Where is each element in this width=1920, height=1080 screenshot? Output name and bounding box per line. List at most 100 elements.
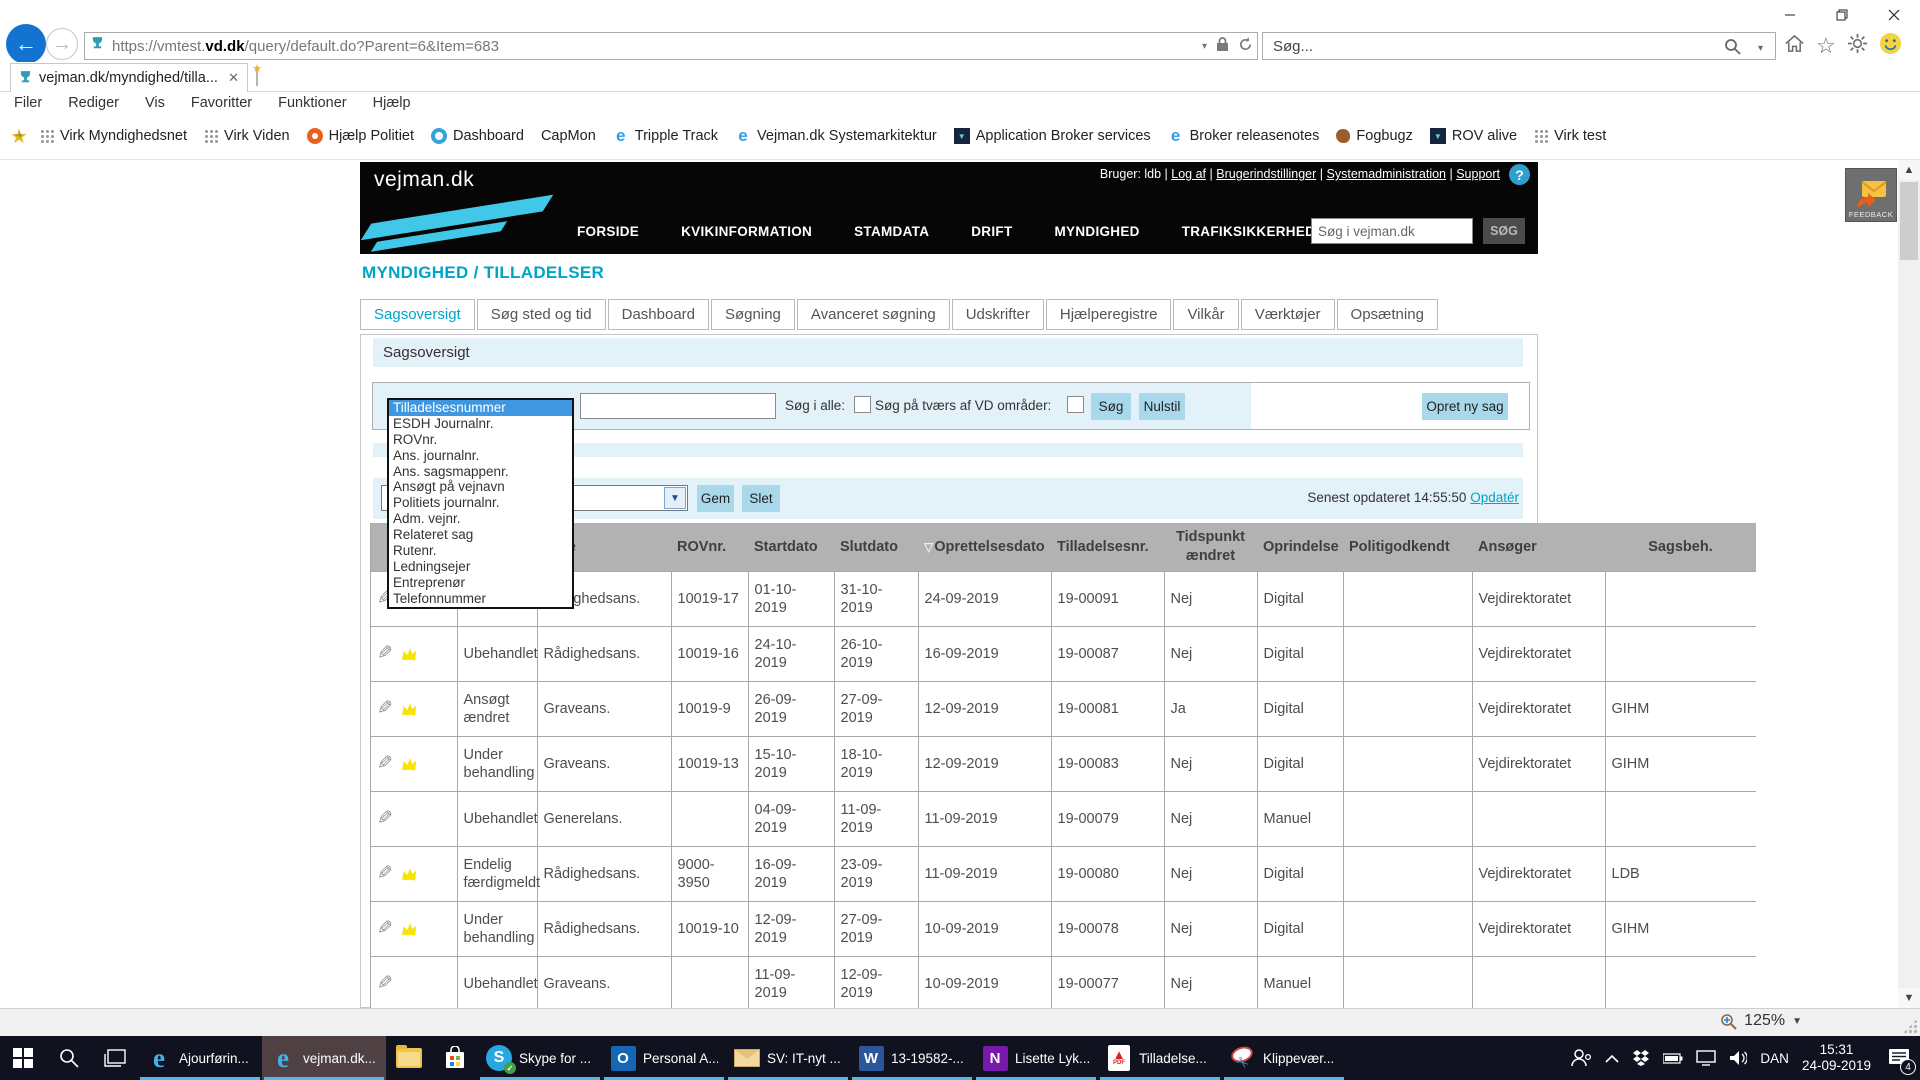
case-search-input[interactable]	[580, 393, 776, 419]
logout-link[interactable]: Log af	[1171, 167, 1206, 181]
reset-button[interactable]: Nulstil	[1139, 393, 1185, 420]
taskbar-app-skype[interactable]: S Skype for ...	[478, 1036, 602, 1080]
cross-area-checkbox[interactable]	[1067, 396, 1084, 413]
taskbar-app-mail[interactable]: SV: IT-nyt ...	[726, 1036, 850, 1080]
vertical-scrollbar[interactable]: ▲ ▼	[1898, 160, 1920, 1008]
menu-item[interactable]: Vis	[145, 95, 165, 111]
taskbar-file-explorer[interactable]	[386, 1036, 432, 1080]
module-tab[interactable]: Hjælperegistre	[1046, 299, 1172, 330]
edit-pencil-icon[interactable]: ✎	[377, 865, 393, 883]
people-icon[interactable]	[1570, 1048, 1592, 1068]
action-center-icon[interactable]: 4	[1884, 1043, 1914, 1073]
edit-pencil-icon[interactable]: ✎	[377, 645, 393, 663]
edit-pencil-icon[interactable]: ✎	[377, 755, 393, 773]
menu-item[interactable]: Hjælp	[373, 95, 411, 111]
dropdown-option[interactable]: Rutenr.	[389, 543, 572, 559]
back-button[interactable]: ←	[6, 24, 46, 64]
tray-chevron-icon[interactable]	[1605, 1054, 1619, 1063]
table-row[interactable]: ✎ Ubehandlet Graveans. 11-09-2019 12-09-…	[371, 957, 1756, 1009]
nav-item[interactable]: STAMDATA	[833, 224, 950, 239]
settings-gear-icon[interactable]	[1847, 33, 1868, 59]
new-tab-button[interactable]: ★	[256, 68, 278, 88]
edit-pencil-icon[interactable]: ✎	[377, 810, 393, 828]
dropdown-option[interactable]: Ledningsejer	[389, 559, 572, 575]
favorite-link[interactable]: Tripple Track	[613, 128, 718, 144]
favorite-link[interactable]: Application Broker services	[954, 128, 1151, 144]
taskbar-store[interactable]	[432, 1036, 478, 1080]
edit-pencil-icon[interactable]: ✎	[377, 920, 393, 938]
dropdown-option[interactable]: Telefonnummer	[389, 591, 572, 607]
system-admin-link[interactable]: Systemadministration	[1327, 167, 1447, 181]
forward-button[interactable]: →	[46, 28, 78, 60]
search-all-checkbox[interactable]	[854, 396, 871, 413]
col-slutdato[interactable]: Slutdato	[834, 523, 918, 572]
add-favorite-icon[interactable]: ★	[10, 124, 28, 149]
taskbar-app-ie-ajourfoering[interactable]: e Ajourførin...	[138, 1036, 262, 1080]
col-oprettelsesdato[interactable]: ▽Oprettelsesdato	[918, 523, 1051, 572]
site-search-button[interactable]: SØG	[1483, 218, 1525, 244]
refresh-icon[interactable]	[1238, 37, 1253, 56]
create-case-button[interactable]: Opret ny sag	[1422, 393, 1508, 420]
taskbar-app-pdf[interactable]: ▲PDF Tilladelse...	[1098, 1036, 1222, 1080]
save-button[interactable]: Gem	[697, 485, 734, 512]
edit-pencil-icon[interactable]: ✎	[377, 975, 393, 993]
col-oprindelse[interactable]: Oprindelse	[1257, 523, 1343, 572]
scroll-down-icon[interactable]: ▼	[1898, 988, 1920, 1008]
search-icon[interactable]	[1724, 38, 1741, 59]
dropdown-option[interactable]: Adm. vejnr.	[389, 511, 572, 527]
col-rovnr[interactable]: ROVnr.	[671, 523, 748, 572]
table-row[interactable]: ✎ Rådighedsans. 10019-17 01-10-2019 31-1…	[371, 572, 1756, 627]
dropdown-option[interactable]: ESDH Journalnr.	[389, 416, 572, 432]
clock[interactable]: 15:31 24-09-2019	[1802, 1042, 1871, 1074]
taskbar-app-outlook[interactable]: O Personal A...	[602, 1036, 726, 1080]
dropdown-option[interactable]: Tilladelsesnummer	[389, 400, 572, 416]
dropdown-option[interactable]: Ans. sagsmappenr.	[389, 464, 572, 480]
dropdown-option[interactable]: Politiets journalnr.	[389, 495, 572, 511]
zoom-dropdown-icon[interactable]: ▼	[1792, 1016, 1802, 1027]
tab-close-icon[interactable]: ✕	[228, 70, 239, 86]
favorite-link[interactable]: Dashboard	[431, 128, 524, 144]
menu-item[interactable]: Filer	[14, 95, 42, 111]
module-tab[interactable]: Avanceret søgning	[797, 299, 950, 330]
favorite-link[interactable]: Hjælp Politiet	[307, 128, 414, 144]
menu-item[interactable]: Favoritter	[191, 95, 252, 111]
module-tab[interactable]: Dashboard	[608, 299, 709, 330]
col-tilladelsesnr[interactable]: Tilladelsesnr.	[1051, 523, 1164, 572]
taskbar-app-word[interactable]: W 13-19582-...	[850, 1036, 974, 1080]
home-icon[interactable]	[1784, 34, 1805, 58]
module-tab[interactable]: Værktøjer	[1241, 299, 1335, 330]
menu-item[interactable]: Rediger	[68, 95, 119, 111]
site-search-input[interactable]: Søg i vejman.dk	[1311, 218, 1473, 244]
table-row[interactable]: ✎ Under behandling Graveans. 10019-13 15…	[371, 737, 1756, 792]
zoom-control[interactable]: 125% ▼	[1720, 1012, 1802, 1030]
select-arrow-icon[interactable]: ▼	[664, 487, 686, 509]
favorite-link[interactable]: Virk Myndighedsnet	[40, 128, 187, 144]
display-icon[interactable]	[1696, 1050, 1716, 1066]
volume-icon[interactable]	[1729, 1050, 1747, 1066]
address-dropdown-icon[interactable]: ▾	[1202, 41, 1207, 52]
taskbar-search-button[interactable]	[46, 1036, 92, 1080]
col-politigodkendt[interactable]: Politigodkendt	[1343, 523, 1472, 572]
delete-button[interactable]: Slet	[742, 485, 780, 512]
nav-item[interactable]: TRAFIKSIKKERHED	[1161, 224, 1337, 239]
browser-search-input[interactable]: Søg... ▾	[1262, 32, 1776, 60]
dropdown-option[interactable]: Entreprenør	[389, 575, 572, 591]
taskbar-app-ie-vejman[interactable]: e vejman.dk...	[262, 1036, 386, 1080]
favorite-link[interactable]: CapMon	[541, 128, 596, 144]
module-tab[interactable]: Søg sted og tid	[477, 299, 606, 330]
nav-item[interactable]: MYNDIGHED	[1034, 224, 1161, 239]
task-view-button[interactable]	[92, 1036, 138, 1080]
refresh-link[interactable]: Opdatér	[1470, 490, 1519, 505]
nav-item[interactable]: KVIKINFORMATION	[660, 224, 833, 239]
support-link[interactable]: Support	[1456, 167, 1500, 181]
col-startdato[interactable]: Startdato	[748, 523, 834, 572]
search-button[interactable]: Søg	[1091, 393, 1131, 420]
resize-grip[interactable]	[1903, 1019, 1917, 1033]
col-tidspunkt-aendret[interactable]: Tidspunkt ændret	[1164, 523, 1257, 572]
user-settings-link[interactable]: Brugerindstillinger	[1216, 167, 1316, 181]
scrollbar-thumb[interactable]	[1900, 182, 1918, 260]
favorite-link[interactable]: Vejman.dk Systemarkitektur	[735, 128, 937, 144]
table-row[interactable]: ✎ Under behandling Rådighedsans. 10019-1…	[371, 902, 1756, 957]
col-ansoeger[interactable]: Ansøger	[1472, 523, 1605, 572]
scroll-up-icon[interactable]: ▲	[1898, 160, 1920, 180]
